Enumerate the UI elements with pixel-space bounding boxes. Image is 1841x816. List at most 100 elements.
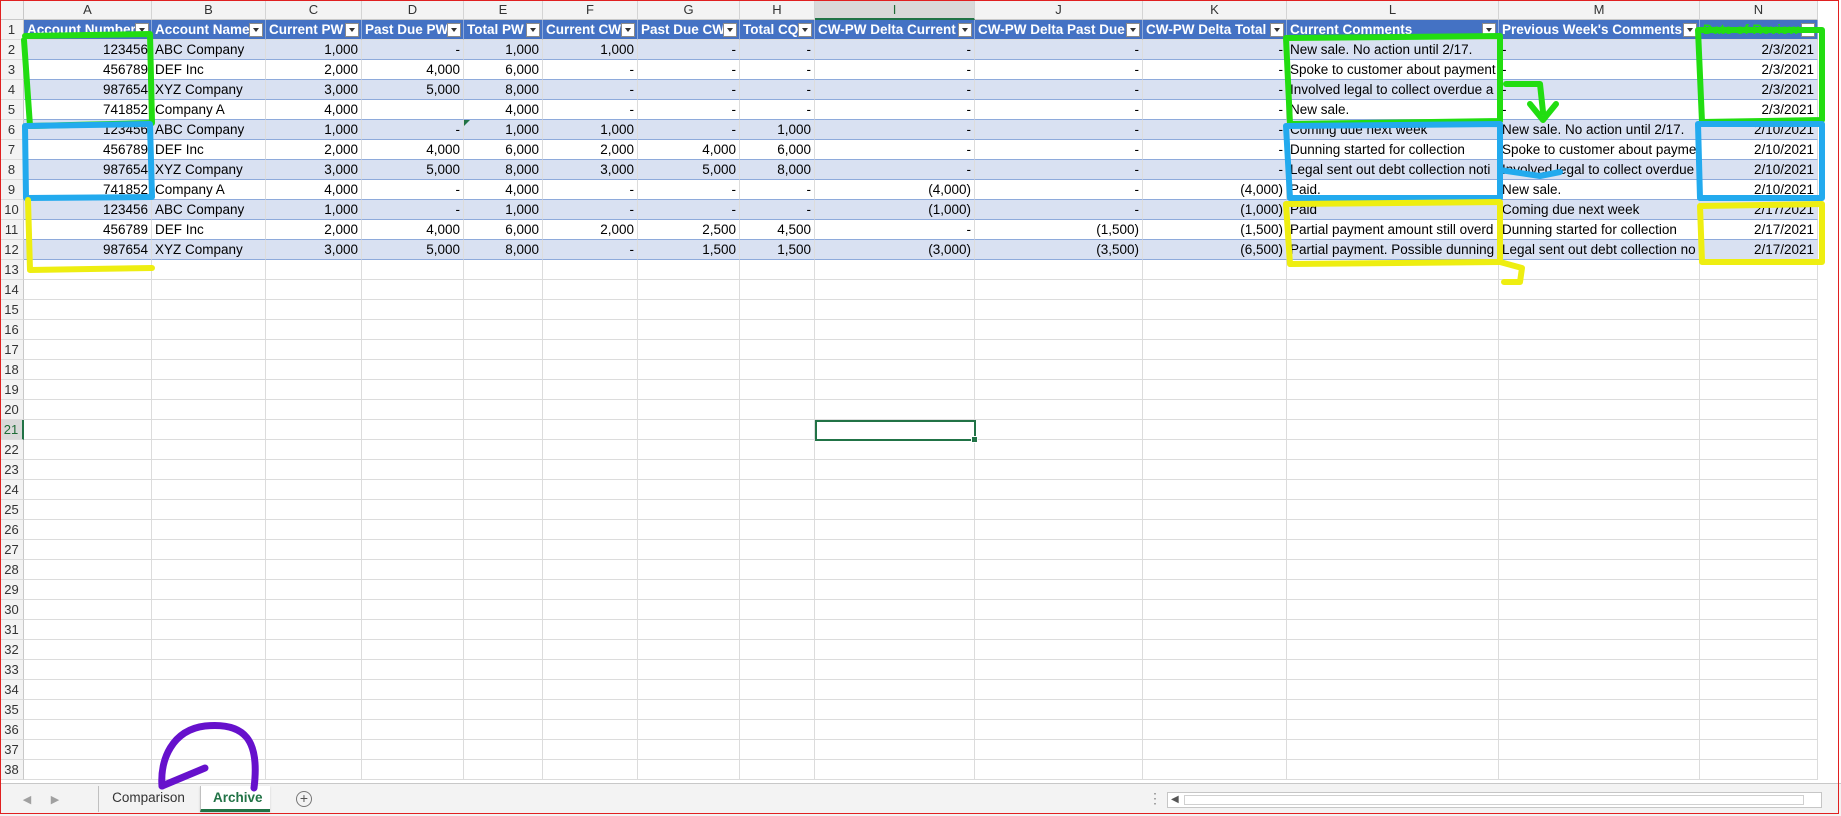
empty-cell[interactable] (1700, 660, 1818, 680)
empty-cell[interactable] (362, 280, 464, 300)
table-cell[interactable]: 5,000 (638, 160, 740, 180)
empty-cell[interactable] (1700, 520, 1818, 540)
table-cell[interactable]: - (1499, 40, 1700, 60)
table-cell[interactable]: New sale. No action until 2/17. (1499, 120, 1700, 140)
empty-cell[interactable] (1287, 660, 1499, 680)
table-cell[interactable]: 3,000 (543, 160, 638, 180)
empty-cell[interactable] (152, 500, 266, 520)
empty-cell[interactable] (362, 340, 464, 360)
table-cell[interactable]: Legal sent out debt collection noti (1287, 160, 1499, 180)
empty-cell[interactable] (1700, 580, 1818, 600)
empty-cell[interactable] (24, 480, 152, 500)
empty-cell[interactable] (543, 380, 638, 400)
empty-cell[interactable] (1499, 660, 1700, 680)
empty-cell[interactable] (362, 700, 464, 720)
empty-cell[interactable] (740, 560, 815, 580)
empty-cell[interactable] (24, 560, 152, 580)
empty-cell[interactable] (1287, 520, 1499, 540)
empty-cell[interactable] (1700, 440, 1818, 460)
empty-cell[interactable] (152, 480, 266, 500)
empty-cell[interactable] (740, 640, 815, 660)
row-header[interactable]: 21 (0, 420, 24, 440)
empty-cell[interactable] (1287, 680, 1499, 700)
empty-cell[interactable] (362, 660, 464, 680)
column-header-a[interactable]: A (24, 0, 152, 20)
empty-cell[interactable] (975, 340, 1143, 360)
table-cell[interactable]: - (362, 120, 464, 140)
empty-cell[interactable] (1143, 660, 1287, 680)
row-header[interactable]: 36 (0, 720, 24, 740)
empty-cell[interactable] (152, 600, 266, 620)
empty-cell[interactable] (1499, 280, 1700, 300)
row-header[interactable]: 28 (0, 560, 24, 580)
column-header-n[interactable]: N (1700, 0, 1818, 20)
empty-cell[interactable] (815, 360, 975, 380)
empty-cell[interactable] (152, 320, 266, 340)
empty-cell[interactable] (815, 620, 975, 640)
table-cell[interactable]: (1,000) (1143, 200, 1287, 220)
empty-cell[interactable] (638, 440, 740, 460)
empty-cell[interactable] (740, 740, 815, 760)
empty-cell[interactable] (543, 260, 638, 280)
empty-cell[interactable] (1287, 400, 1499, 420)
more-options-icon[interactable]: ⋮ (1148, 790, 1162, 807)
empty-cell[interactable] (362, 380, 464, 400)
table-cell[interactable]: - (1143, 60, 1287, 80)
row-header[interactable]: 5 (0, 100, 24, 120)
row-header[interactable]: 35 (0, 700, 24, 720)
table-cell[interactable]: 2/10/2021 (1700, 140, 1818, 160)
table-cell[interactable]: - (638, 100, 740, 120)
empty-cell[interactable] (362, 360, 464, 380)
empty-cell[interactable] (1143, 320, 1287, 340)
empty-cell[interactable] (740, 580, 815, 600)
table-cell[interactable]: XYZ Company (152, 240, 266, 260)
table-cell[interactable]: 2/3/2021 (1700, 100, 1818, 120)
empty-cell[interactable] (1499, 440, 1700, 460)
table-header-cell[interactable]: Account Name (152, 20, 266, 40)
empty-cell[interactable] (464, 720, 543, 740)
empty-cell[interactable] (1499, 560, 1700, 580)
table-cell[interactable]: - (362, 180, 464, 200)
table-cell[interactable]: Dunning started for collection (1499, 220, 1700, 240)
empty-cell[interactable] (638, 740, 740, 760)
empty-cell[interactable] (740, 680, 815, 700)
row-header[interactable]: 22 (0, 440, 24, 460)
empty-cell[interactable] (464, 300, 543, 320)
table-cell[interactable]: New sale. No action until 2/17. (1287, 40, 1499, 60)
empty-cell[interactable] (152, 440, 266, 460)
table-cell[interactable]: - (362, 200, 464, 220)
empty-cell[interactable] (975, 440, 1143, 460)
empty-cell[interactable] (24, 720, 152, 740)
empty-cell[interactable] (24, 660, 152, 680)
column-header-b[interactable]: B (152, 0, 266, 20)
empty-cell[interactable] (1143, 360, 1287, 380)
empty-cell[interactable] (1143, 580, 1287, 600)
empty-cell[interactable] (464, 660, 543, 680)
empty-cell[interactable] (362, 460, 464, 480)
empty-cell[interactable] (740, 620, 815, 640)
empty-cell[interactable] (1143, 640, 1287, 660)
empty-cell[interactable] (24, 680, 152, 700)
empty-cell[interactable] (1143, 560, 1287, 580)
empty-cell[interactable] (464, 620, 543, 640)
row-header[interactable]: 25 (0, 500, 24, 520)
empty-cell[interactable] (1700, 700, 1818, 720)
table-cell[interactable]: XYZ Company (152, 160, 266, 180)
filter-dropdown-icon[interactable] (447, 23, 461, 37)
table-cell[interactable]: Spoke to customer about payment (1287, 60, 1499, 80)
table-cell[interactable]: - (975, 180, 1143, 200)
empty-cell[interactable] (152, 380, 266, 400)
empty-cell[interactable] (1143, 280, 1287, 300)
empty-cell[interactable] (1287, 460, 1499, 480)
empty-cell[interactable] (24, 260, 152, 280)
empty-cell[interactable] (815, 440, 975, 460)
empty-cell[interactable] (543, 280, 638, 300)
filter-dropdown-icon[interactable] (526, 23, 540, 37)
empty-cell[interactable] (1700, 360, 1818, 380)
table-header-cell[interactable]: Total CQ (740, 20, 815, 40)
table-cell[interactable]: (3,000) (815, 240, 975, 260)
table-cell[interactable]: - (740, 80, 815, 100)
empty-cell[interactable] (464, 380, 543, 400)
empty-cell[interactable] (152, 620, 266, 640)
empty-cell[interactable] (1287, 280, 1499, 300)
